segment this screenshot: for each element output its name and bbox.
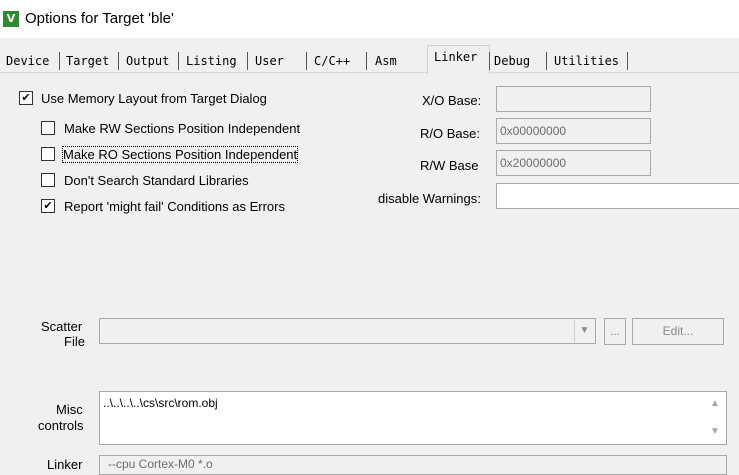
- dont-search-libs-label: Don't Search Standard Libraries: [64, 173, 249, 188]
- tab-separator: [59, 52, 60, 70]
- scatter-label-line2: File: [64, 334, 85, 349]
- tab-cc[interactable]: C/C++: [311, 50, 353, 72]
- scroll-up-icon[interactable]: ▲: [707, 398, 723, 409]
- tab-separator: [489, 52, 490, 70]
- tab-separator: [627, 52, 628, 70]
- tab-separator: [306, 52, 307, 70]
- tab-device[interactable]: Device: [3, 50, 52, 72]
- use-memory-layout-label: Use Memory Layout from Target Dialog: [41, 91, 267, 106]
- ro-independent-checkbox[interactable]: [41, 147, 55, 161]
- ro-independent-label: Make RO Sections Position Independent: [61, 146, 299, 163]
- misc-controls-text: ..\..\..\..\cs\src\rom.obj: [103, 396, 218, 410]
- linker-control-text: --cpu Cortex-M0 *.o: [108, 457, 213, 471]
- tab-linker[interactable]: Linker: [431, 46, 480, 68]
- window-title: Options for Target 'ble': [25, 10, 174, 27]
- xo-base-field[interactable]: [496, 86, 651, 112]
- chevron-down-icon[interactable]: ▼: [574, 320, 594, 342]
- rw-base-label: R/W Base: [420, 158, 479, 173]
- tab-separator: [366, 52, 367, 70]
- tab-separator: [178, 52, 179, 70]
- tab-utilities[interactable]: Utilities: [551, 50, 622, 72]
- checkmark-icon: ✔: [43, 199, 53, 212]
- checkmark-icon: ✔: [21, 91, 31, 104]
- disable-warnings-field[interactable]: [496, 183, 739, 209]
- tab-debug[interactable]: Debug: [491, 50, 533, 72]
- tab-listing[interactable]: Listing: [183, 50, 240, 72]
- rw-independent-checkbox[interactable]: [41, 121, 55, 135]
- disable-warnings-label: disable Warnings:: [378, 191, 481, 206]
- ro-base-field[interactable]: 0x00000000: [496, 118, 651, 144]
- tab-separator: [118, 52, 119, 70]
- tab-separator: [546, 52, 547, 70]
- rw-independent-label: Make RW Sections Position Independent: [64, 121, 301, 136]
- misc-label-line1: Misc: [56, 402, 83, 417]
- scatter-edit-button[interactable]: Edit...: [632, 318, 724, 345]
- scroll-down-icon[interactable]: ▼: [707, 426, 723, 437]
- tab-user[interactable]: User: [252, 50, 287, 72]
- tab-separator: [247, 52, 248, 70]
- tab-asm[interactable]: Asm: [372, 50, 400, 72]
- scatter-browse-button[interactable]: ...: [604, 318, 626, 345]
- tab-target[interactable]: Target: [63, 50, 112, 72]
- xo-base-label: X/O Base:: [422, 93, 482, 108]
- keil-uvision-icon: V: [3, 11, 19, 27]
- might-fail-errors-checkbox[interactable]: ✔: [41, 199, 55, 213]
- dont-search-libs-checkbox[interactable]: [41, 173, 55, 187]
- tab-output[interactable]: Output: [123, 50, 172, 72]
- misc-label-line2: controls: [38, 418, 84, 433]
- ro-base-label: R/O Base:: [420, 126, 480, 141]
- tab-divider: [0, 72, 739, 73]
- use-memory-layout-checkbox[interactable]: ✔: [19, 91, 33, 105]
- scatter-label-line1: Scatter: [41, 319, 83, 334]
- might-fail-errors-label: Report 'might fail' Conditions as Errors: [64, 199, 285, 214]
- scatter-file-combo[interactable]: [99, 318, 596, 344]
- rw-base-field[interactable]: 0x20000000: [496, 150, 651, 176]
